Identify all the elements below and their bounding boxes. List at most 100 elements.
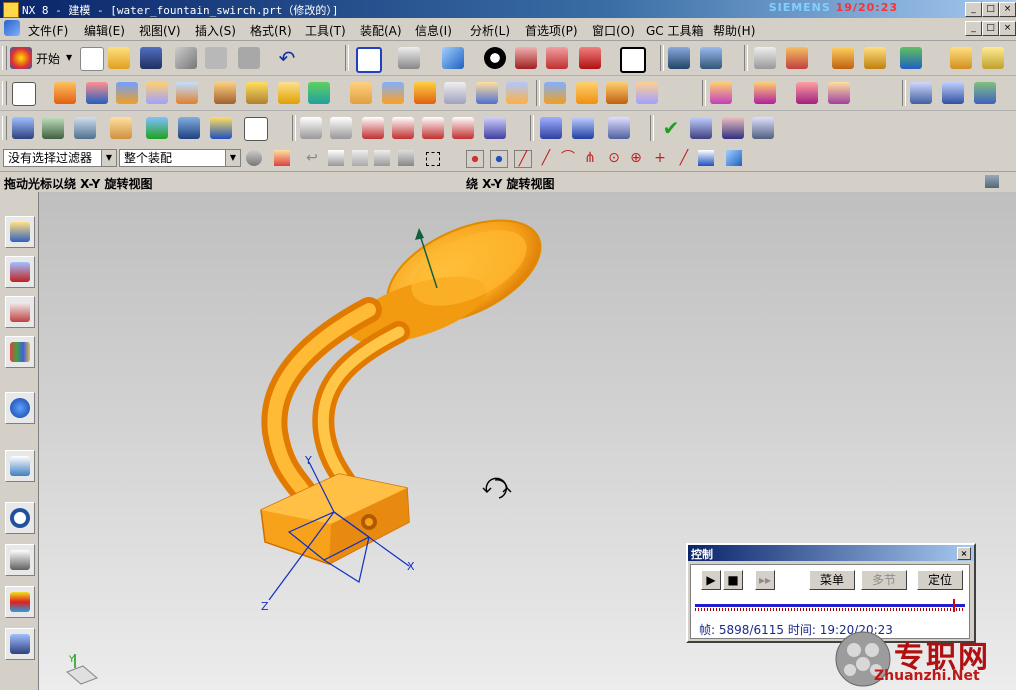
rect-select-icon[interactable]	[426, 152, 440, 166]
spring-icon[interactable]	[540, 117, 562, 139]
resource-tab-part[interactable]	[5, 296, 35, 328]
analysis-icon[interactable]	[452, 117, 474, 139]
chamfer-icon[interactable]	[414, 82, 436, 104]
shell-icon[interactable]	[444, 82, 466, 104]
text-box-icon[interactable]	[244, 117, 268, 141]
trim-body-icon[interactable]	[754, 82, 776, 104]
protractor-icon[interactable]	[982, 47, 1004, 69]
section-view-icon[interactable]	[515, 47, 537, 69]
hammer-icon[interactable]	[178, 117, 200, 139]
resource-tab-web[interactable]	[5, 450, 35, 482]
resource-tab-info[interactable]	[5, 392, 35, 424]
scope-select[interactable]: 整个装配 ▼	[119, 149, 241, 167]
point-on-face-icon[interactable]	[698, 150, 714, 166]
stop-button[interactable]: ■	[723, 570, 743, 590]
move-object-icon[interactable]	[668, 47, 690, 69]
menu-gc-toolbox[interactable]: GC 工具箱	[646, 22, 704, 39]
new-icon[interactable]	[80, 47, 104, 71]
menu-information[interactable]: 信息(I)	[415, 22, 452, 39]
datum-plane-icon[interactable]	[308, 82, 330, 104]
coordinate-icon[interactable]	[752, 117, 774, 139]
render-style-icon[interactable]	[484, 47, 506, 69]
menu-help[interactable]: 帮助(H)	[713, 22, 755, 39]
display-mode-icon[interactable]	[398, 47, 420, 69]
datum-axis-icon[interactable]	[350, 82, 372, 104]
study-icon[interactable]	[864, 47, 886, 69]
cone-icon[interactable]	[176, 82, 198, 104]
slider-thumb[interactable]	[953, 599, 956, 612]
resource-tab-assembly[interactable]	[5, 216, 35, 248]
resource-tab-palette[interactable]	[5, 628, 35, 660]
edge-select-icon[interactable]	[374, 150, 390, 166]
curve-icon[interactable]	[300, 117, 322, 139]
open-icon[interactable]	[108, 47, 130, 69]
chevron-down-icon[interactable]: ▼	[66, 53, 72, 62]
boss-icon[interactable]	[246, 82, 268, 104]
orient-view-icon[interactable]	[546, 47, 568, 69]
note-icon[interactable]	[110, 117, 132, 139]
block-icon[interactable]	[116, 82, 138, 104]
line-icon[interactable]: ╱	[514, 150, 532, 168]
chevron-down-icon[interactable]: ▼	[101, 150, 116, 166]
snap-view-icon[interactable]	[620, 47, 646, 73]
ruler-icon[interactable]	[950, 47, 972, 69]
select-all-icon[interactable]	[274, 150, 290, 166]
snap-analysis-icon[interactable]	[484, 117, 506, 139]
paste-icon[interactable]	[238, 47, 260, 69]
gear-icon[interactable]	[608, 117, 630, 139]
mid-point-icon[interactable]: ╱	[538, 150, 554, 166]
revolve-icon[interactable]	[86, 82, 108, 104]
snap-point-icon[interactable]	[466, 150, 484, 168]
part-navigator-icon[interactable]	[74, 117, 96, 139]
draft-icon[interactable]	[606, 82, 628, 104]
check-mark-icon[interactable]: ✔	[660, 117, 682, 139]
resource-tab-library[interactable]	[5, 336, 35, 368]
fit-view-icon[interactable]	[356, 47, 382, 73]
check-geometry-icon[interactable]	[146, 117, 168, 139]
surface-icon[interactable]	[910, 82, 932, 104]
pocket-icon[interactable]	[278, 82, 300, 104]
hole-icon[interactable]	[214, 82, 236, 104]
resource-tab-constraints[interactable]	[5, 256, 35, 288]
subtract-icon[interactable]	[544, 82, 566, 104]
step-button[interactable]: ▸▸	[755, 570, 775, 590]
menu-assembly[interactable]: 装配(A)	[360, 22, 402, 39]
undo-select-icon[interactable]: ↩	[304, 150, 320, 166]
type-filter-select[interactable]: 没有选择过滤器 ▼	[3, 149, 117, 167]
menu-button[interactable]: 菜单	[809, 570, 855, 590]
minimize-button[interactable]: _	[965, 2, 982, 17]
wcs-icon[interactable]	[754, 47, 776, 69]
timeline-slider[interactable]	[695, 599, 965, 612]
edge-blend-icon[interactable]	[382, 82, 404, 104]
undo-icon[interactable]: ↶	[276, 47, 298, 69]
edit-object-icon[interactable]	[786, 47, 808, 69]
background-icon[interactable]	[579, 47, 601, 69]
copy-icon[interactable]	[205, 47, 227, 69]
quadrant-icon[interactable]: ⊕	[628, 150, 644, 166]
thicken-icon[interactable]	[636, 82, 658, 104]
menu-edit[interactable]: 编辑(E)	[84, 22, 125, 39]
coil-icon[interactable]	[572, 117, 594, 139]
g0-icon[interactable]	[330, 117, 352, 139]
table-icon[interactable]	[722, 117, 744, 139]
face-select-icon[interactable]	[352, 150, 368, 166]
resource-tab-materials[interactable]	[5, 544, 35, 576]
g3-icon[interactable]	[422, 117, 444, 139]
menu-tools[interactable]: 工具(T)	[305, 22, 346, 39]
mesh-surface-icon[interactable]	[942, 82, 964, 104]
mdi-close-button[interactable]: ×	[999, 21, 1016, 36]
dialog-close-button[interactable]: ×	[957, 547, 971, 560]
offset-face-icon[interactable]	[476, 82, 498, 104]
chevron-down-icon[interactable]: ▼	[225, 150, 240, 166]
intersection-icon[interactable]: ⋔	[582, 150, 598, 166]
end-point-icon[interactable]	[490, 150, 508, 168]
resource-tab-roles[interactable]	[5, 586, 35, 618]
menu-window[interactable]: 窗口(O)	[592, 22, 635, 39]
point-on-curve-icon[interactable]: ╱	[676, 150, 692, 166]
extrude-icon[interactable]	[54, 82, 76, 104]
save-icon[interactable]	[140, 47, 162, 69]
sweep-icon[interactable]	[710, 82, 732, 104]
menu-analysis[interactable]: 分析(L)	[470, 22, 510, 39]
unite-icon[interactable]	[506, 82, 528, 104]
g2-icon[interactable]	[392, 117, 414, 139]
